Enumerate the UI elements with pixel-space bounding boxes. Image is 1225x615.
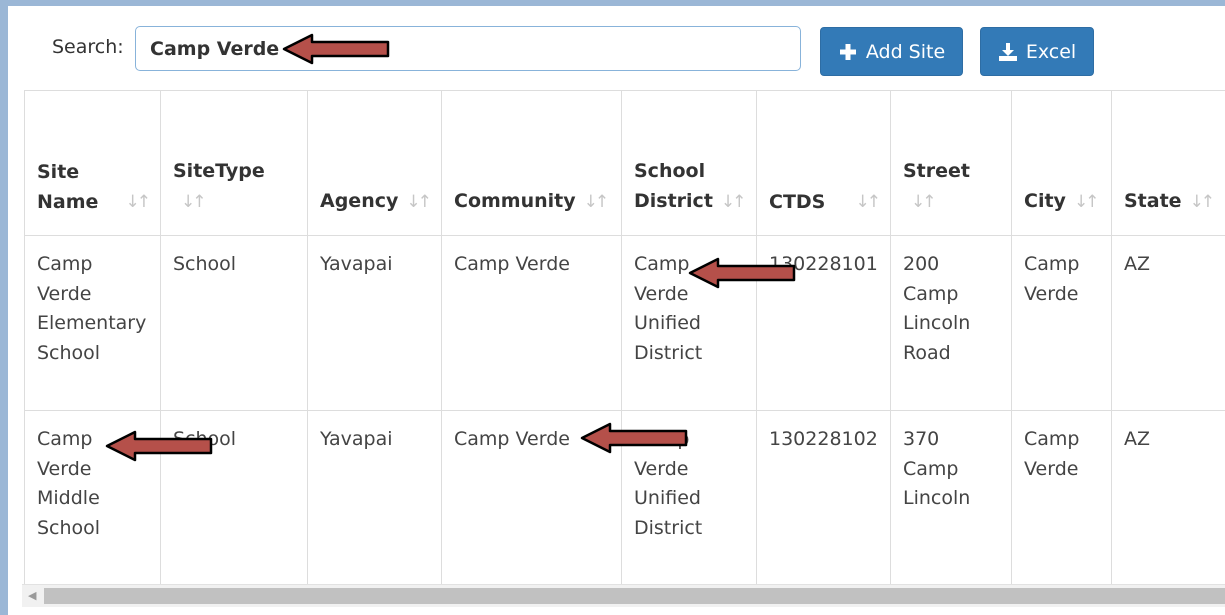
cell-city: Camp Verde [1011,235,1112,411]
sort-icon: ↓↑ [406,192,431,212]
plus-icon [838,42,858,62]
header-row: Site Name ↓↑ SiteType ↓↑ Agency ↓↑ Communit… [24,90,1225,236]
scrollbar-thumb[interactable] [44,588,1225,604]
cell-street: 370 Camp Lincoln [890,410,1012,586]
annotation-arrow-icon [282,33,390,65]
excel-label: Excel [1025,40,1077,63]
cell-city: Camp Verde [1011,410,1112,586]
cell-agency: Yavapai [307,410,442,586]
column-header-label: Street [903,160,970,182]
cell-agency: Yavapai [307,235,442,411]
column-header-label: City [1024,190,1066,212]
annotation-arrow-icon [105,430,213,462]
column-header-sitetype[interactable]: SiteType ↓↑ [160,90,308,236]
search-input[interactable] [135,26,801,71]
annotation-arrow-icon [688,257,796,289]
sort-icon: ↓↑ [720,192,746,212]
cell-street: 200 Camp Lincoln Road [890,235,1012,411]
horizontal-scrollbar[interactable]: ◀ [22,584,1225,607]
column-header-city[interactable]: City ↓↑ [1011,90,1112,236]
table-row[interactable]: Camp Verde Elementary School School Yava… [24,235,1225,411]
sort-icon: ↓↑ [855,192,881,212]
cell-state: AZ [1111,235,1225,411]
column-header-ctds[interactable]: CTDS ↓↑ [756,90,891,236]
search-label: Search: [52,36,124,58]
column-header-site-name[interactable]: Site Name ↓↑ [24,90,161,236]
column-header-school-district[interactable]: School District ↓↑ [621,90,757,236]
sort-icon: ↓↑ [911,192,936,212]
column-header-label: School District [634,160,713,212]
cell-community: Camp Verde [441,235,622,411]
annotation-arrow-icon [580,422,688,454]
sort-icon: ↓↑ [125,192,151,212]
column-header-state[interactable]: State ↓↑ [1111,90,1225,236]
column-header-agency[interactable]: Agency ↓↑ [307,90,442,236]
column-header-label: Community [454,190,576,212]
add-site-button[interactable]: Add Site [820,27,963,76]
column-header-community[interactable]: Community ↓↑ [441,90,622,236]
window-frame-top [0,0,1225,6]
sites-table: Site Name ↓↑ SiteType ↓↑ Agency ↓↑ Communit… [24,90,1225,586]
column-header-label: Site Name [37,161,99,213]
sort-icon: ↓↑ [583,192,609,212]
column-header-street[interactable]: Street ↓↑ [890,90,1012,236]
window-frame-left [0,0,8,615]
sort-icon: ↓↑ [1073,192,1099,212]
cell-state: AZ [1111,410,1225,586]
download-icon [998,42,1018,62]
column-header-label: SiteType [173,160,265,182]
add-site-label: Add Site [865,40,946,63]
column-header-label: State [1124,190,1182,212]
excel-export-button[interactable]: Excel [980,27,1094,76]
sort-icon: ↓↑ [181,192,206,212]
cell-site-name: Camp Verde Elementary School [24,235,161,411]
scroll-left-arrow-icon[interactable]: ◀ [28,589,36,602]
column-header-label: Agency [320,190,399,212]
cell-sitetype: School [160,235,308,411]
column-header-label: CTDS [769,191,826,213]
cell-ctds: 130228102 [756,410,891,586]
sort-icon: ↓↑ [1189,192,1215,212]
